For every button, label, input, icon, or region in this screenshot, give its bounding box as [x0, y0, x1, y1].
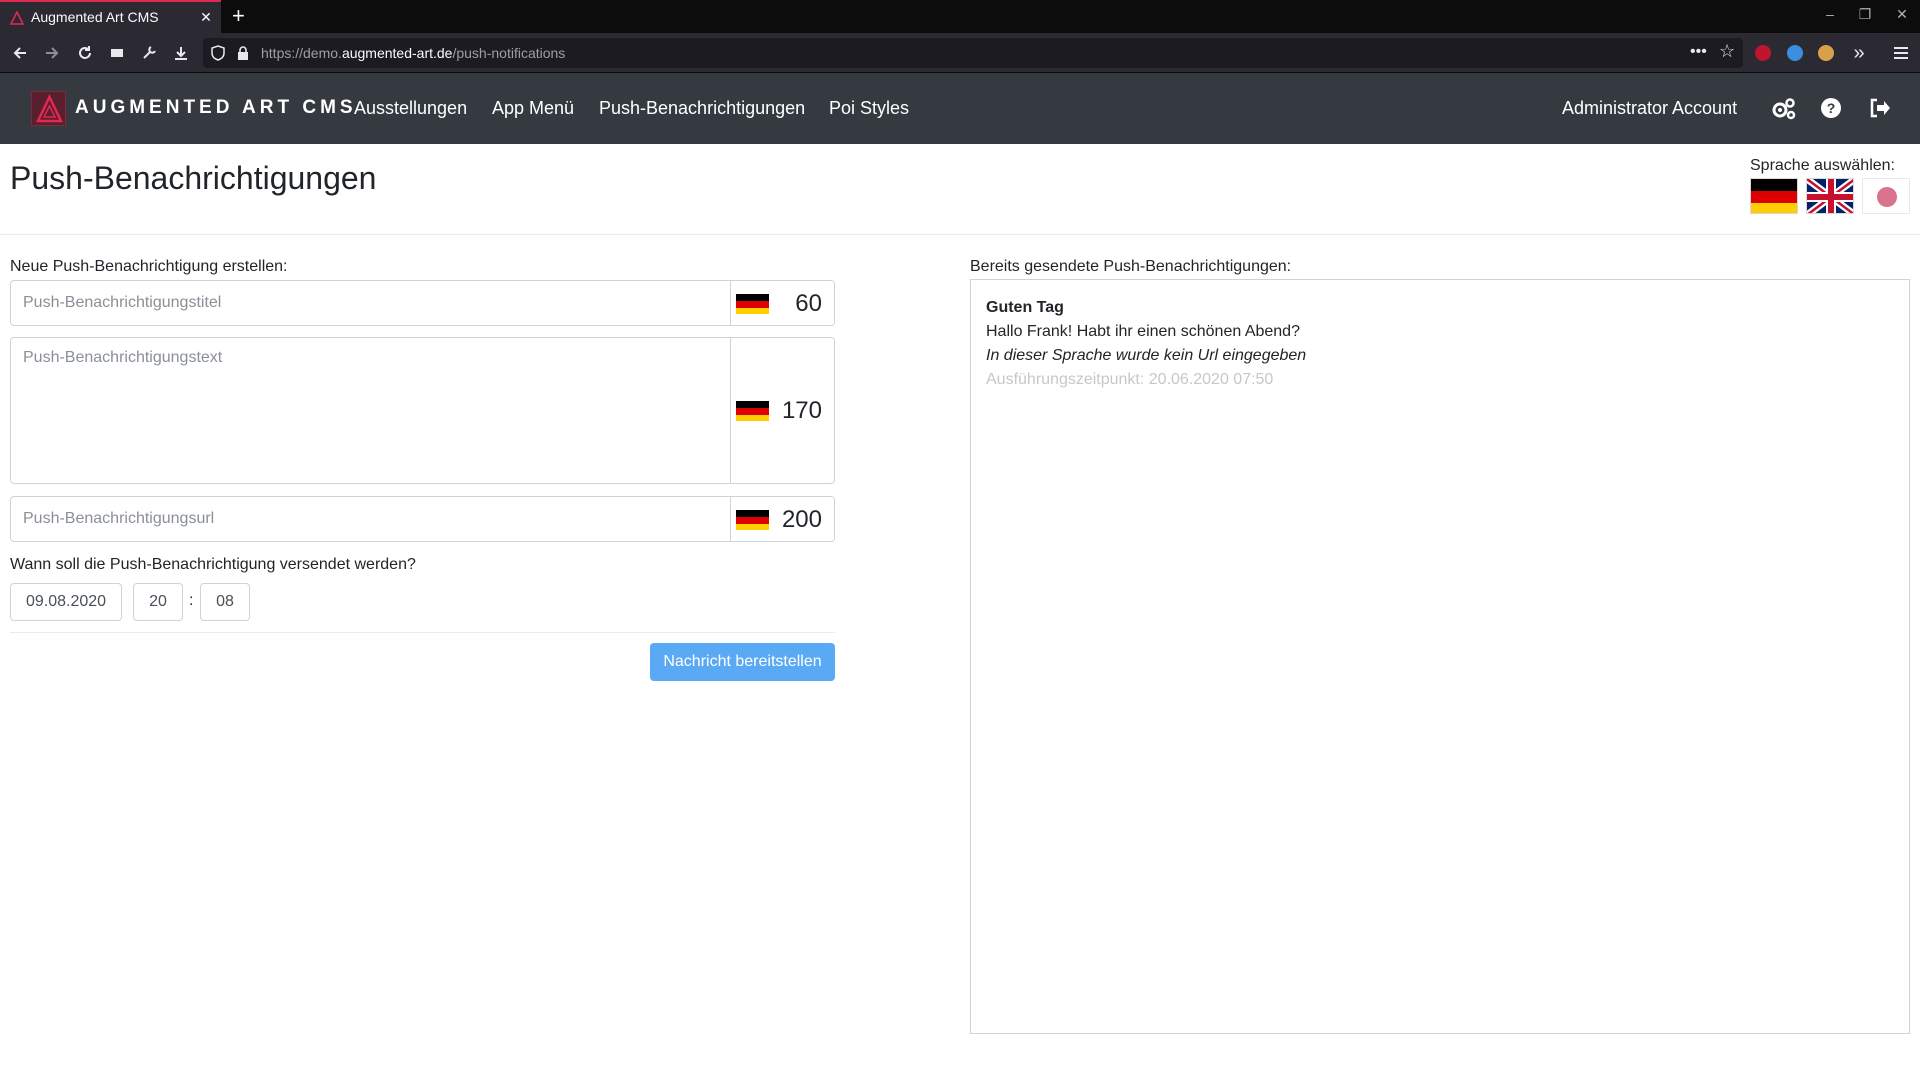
text-placeholder: Push-Benachrichtigungstext [23, 349, 223, 366]
form-divider [10, 632, 835, 633]
notification-title-input[interactable]: Push-Benachrichtigungstitel [11, 281, 731, 325]
back-arrow-icon[interactable] [9, 42, 31, 64]
browser-tab-bar: Augmented Art CMS ✕ + – ❐ ✕ [0, 0, 1920, 33]
flag-de-icon [736, 510, 769, 530]
url-input-group: Push-Benachrichtigungsurl 200 [10, 496, 835, 542]
text-char-counter: 170 [731, 338, 834, 483]
extension-icon[interactable] [1787, 45, 1803, 61]
app-navbar: AUGMENTED ART CMS Ausstellungen App Menü… [0, 73, 1920, 144]
page-divider [0, 234, 1920, 235]
tracking-shield-icon[interactable] [210, 45, 226, 61]
menu-item-ausstellungen[interactable]: Ausstellungen [354, 98, 467, 119]
url-path: /push-notifications [452, 45, 566, 61]
flag-de-icon [736, 294, 769, 314]
sent-notifications-list[interactable]: Guten Tag Hallo Frank! Habt ihr einen sc… [970, 279, 1910, 1034]
date-input[interactable]: 09.08.2020 [10, 583, 122, 621]
title-remaining-count: 60 [795, 290, 822, 317]
flag-en-button[interactable] [1806, 178, 1854, 214]
flag-de-icon [1751, 179, 1797, 213]
account-link[interactable]: Administrator Account [1562, 98, 1737, 119]
tab-title: Augmented Art CMS [31, 9, 159, 25]
window-close-button[interactable]: ✕ [1892, 6, 1912, 23]
window-minimize-button[interactable]: – [1820, 6, 1840, 22]
brand-logo-icon[interactable] [31, 91, 66, 126]
brand-name[interactable]: AUGMENTED ART CMS [75, 97, 357, 119]
wrench-icon[interactable] [138, 42, 160, 64]
reload-icon[interactable] [74, 42, 96, 64]
flag-jp-icon [1863, 179, 1909, 213]
svg-text:?: ? [1827, 100, 1836, 116]
url-prefix: https://demo. [261, 45, 342, 61]
notification-url-input[interactable]: Push-Benachrichtigungsurl [11, 497, 731, 541]
title-placeholder: Push-Benachrichtigungstitel [23, 294, 222, 311]
url-placeholder: Push-Benachrichtigungsurl [23, 510, 215, 527]
hour-input[interactable]: 20 [133, 583, 183, 621]
minute-input[interactable]: 08 [200, 583, 250, 621]
bookmark-star-icon[interactable]: ☆ [1719, 41, 1735, 62]
gears-icon[interactable] [1771, 97, 1796, 121]
browser-toolbar: https://demo.augmented-art.de/push-notif… [0, 33, 1920, 73]
schedule-label: Wann soll die Push-Benachrichtigung vers… [10, 556, 416, 573]
url-host: augmented-art.de [341, 45, 453, 61]
sent-notification-time: Ausführungszeitpunkt: 20.06.2020 07:50 [986, 371, 1274, 388]
text-input-group: Push-Benachrichtigungstext 170 [10, 337, 835, 484]
url-remaining-count: 200 [781, 506, 822, 533]
sent-notification-url-note: In dieser Sprache wurde kein Url eingege… [986, 347, 1307, 364]
flag-uk-icon [1807, 179, 1853, 213]
forward-arrow-icon[interactable] [41, 42, 63, 64]
url-text[interactable]: https://demo.augmented-art.de/push-notif… [261, 45, 565, 61]
new-tab-button[interactable]: + [232, 3, 245, 29]
menu-item-poi-styles[interactable]: Poi Styles [829, 98, 909, 119]
submit-notification-button[interactable]: Nachricht bereitstellen [650, 643, 835, 681]
notification-text-textarea[interactable]: Push-Benachrichtigungstext [11, 338, 731, 483]
title-char-counter: 60 [731, 281, 834, 325]
ublock-extension-icon[interactable] [1755, 45, 1771, 61]
menu-item-app-menu[interactable]: App Menü [492, 98, 574, 119]
title-input-group: Push-Benachrichtigungstitel 60 [10, 280, 835, 326]
help-icon[interactable]: ? [1820, 97, 1844, 121]
language-select-label: Sprache auswählen: [1750, 157, 1895, 174]
text-remaining-count: 170 [781, 397, 822, 424]
sent-notifications-heading: Bereits gesendete Push-Benachrichtigunge… [970, 258, 1292, 275]
hamburger-menu-icon[interactable] [1890, 42, 1912, 64]
window-restore-button[interactable]: ❐ [1855, 6, 1875, 23]
lock-icon[interactable] [236, 45, 250, 61]
flag-de-button[interactable] [1750, 178, 1798, 214]
app-favicon-icon [10, 11, 24, 25]
menu-item-push-notifications[interactable]: Push-Benachrichtigungen [599, 98, 805, 119]
time-separator: : [189, 592, 194, 609]
page-actions-icon[interactable]: ••• [1690, 43, 1707, 61]
sent-notification-body: Hallo Frank! Habt ihr einen schönen Aben… [986, 323, 1300, 340]
overflow-chevrons-icon[interactable]: » [1848, 42, 1870, 64]
flag-ja-button[interactable] [1862, 178, 1910, 214]
url-bar[interactable]: https://demo.augmented-art.de/push-notif… [203, 38, 1743, 68]
screenshot-icon[interactable] [106, 42, 128, 64]
tab-close-icon[interactable]: ✕ [198, 9, 214, 26]
new-notification-heading: Neue Push-Benachrichtigung erstellen: [10, 258, 288, 275]
page-title: Push-Benachrichtigungen [10, 160, 377, 196]
extension-icon[interactable] [1818, 45, 1834, 61]
sent-notification-title: Guten Tag [986, 299, 1064, 316]
flag-de-icon [736, 401, 769, 421]
browser-tab-active[interactable]: Augmented Art CMS ✕ [0, 0, 221, 33]
logout-icon[interactable] [1868, 97, 1892, 121]
download-icon[interactable] [170, 42, 192, 64]
url-char-counter: 200 [731, 497, 834, 541]
